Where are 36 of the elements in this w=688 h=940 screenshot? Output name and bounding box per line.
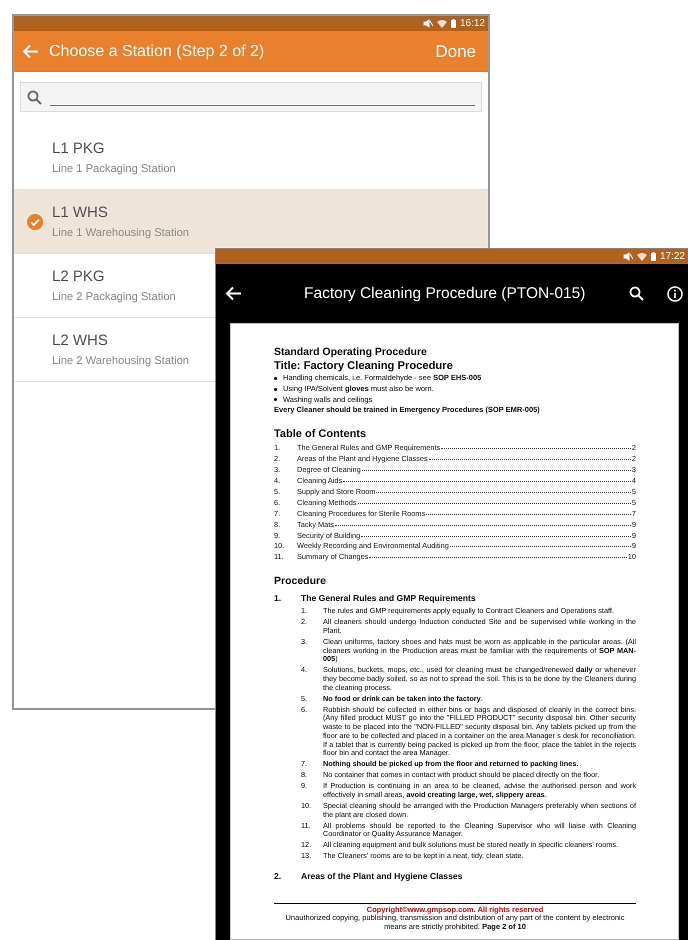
search-bar[interactable]	[20, 82, 482, 112]
bullet-icon	[274, 376, 277, 380]
back-arrow-icon[interactable]	[225, 286, 242, 301]
wifi-icon	[636, 252, 647, 261]
search-icon	[27, 90, 42, 104]
station-description: Line 2 Packaging Station	[52, 291, 176, 303]
clock-time: 17:22	[660, 250, 685, 264]
section-number: 2.	[274, 871, 282, 882]
section-heading: The General Rules and GMP Requirements	[301, 593, 476, 604]
station-description: Line 1 Packaging Station	[52, 163, 176, 175]
station-description: Line 2 Warehousing Station	[52, 355, 190, 367]
screen-title: Choose a Station (Step 2 of 2)	[49, 42, 266, 60]
info-icon[interactable]	[667, 286, 683, 302]
document-heading: Standard Operating Procedure	[274, 346, 428, 358]
station-code: L1 PKG	[52, 140, 106, 157]
contents-heading: Table of Contents	[274, 428, 368, 440]
battery-icon	[450, 19, 456, 28]
bullet-icon	[274, 388, 277, 391]
clock-time: 16:12	[460, 17, 485, 31]
battery-icon	[650, 252, 656, 261]
document-viewer-title: Factory Cleaning Procedure (PTON-015)	[304, 284, 586, 302]
station-row[interactable]: L1 WHS Line 1 Warehousing Station	[14, 190, 488, 254]
station-code: L1 WHS	[52, 204, 109, 221]
mute-icon	[422, 19, 433, 28]
bullet-icon	[274, 398, 277, 402]
station-description: Line 1 Warehousing Station	[52, 227, 190, 239]
check-icon	[27, 214, 43, 230]
station-code: L2 WHS	[52, 332, 109, 349]
mute-icon	[622, 252, 633, 261]
search-icon[interactable]	[629, 286, 644, 300]
section-heading: Areas of the Plant and Hygiene Classes	[301, 871, 462, 882]
station-code: L2 PKG	[52, 268, 106, 285]
wifi-icon	[436, 19, 447, 28]
section-number: 1.	[274, 593, 282, 604]
procedure-heading: Procedure	[274, 575, 327, 588]
document-title: Title: Factory Cleaning Procedure	[274, 360, 454, 372]
